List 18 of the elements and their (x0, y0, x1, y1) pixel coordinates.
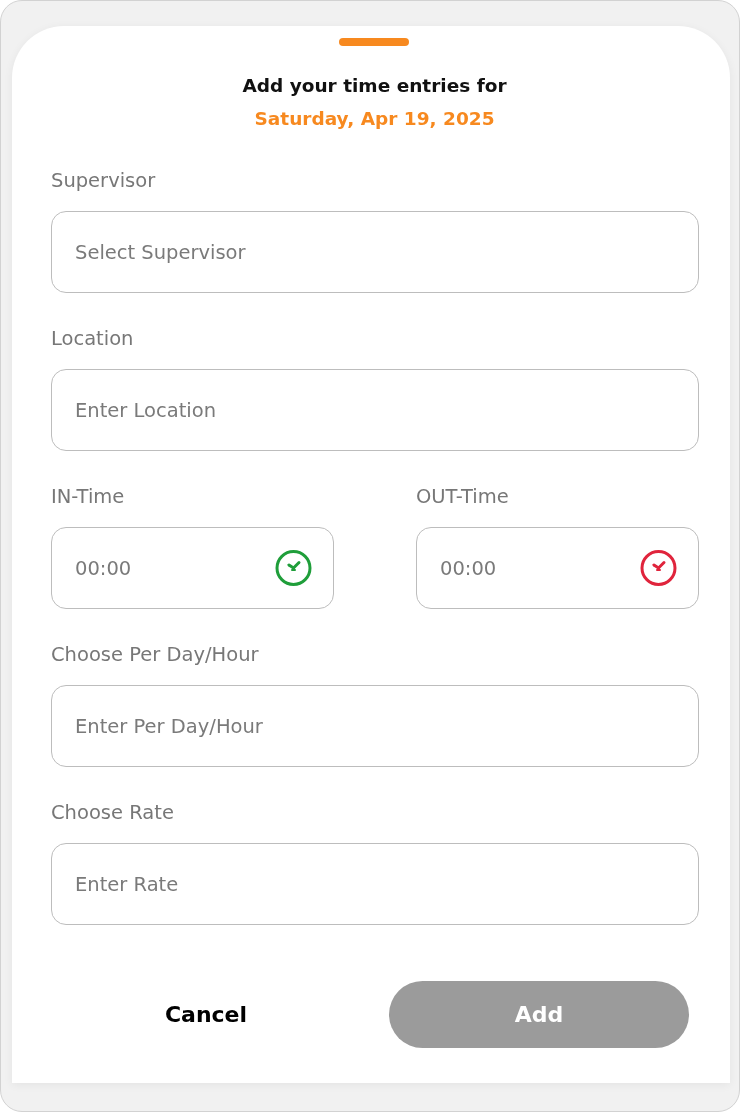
drag-handle[interactable] (338, 38, 409, 46)
field-label: OUT-Time (416, 484, 509, 510)
field-label: Choose Rate (51, 800, 174, 826)
input-field[interactable]: Enter Rate (51, 843, 699, 925)
field-label: Supervisor (51, 168, 156, 194)
field-label: IN-Time (51, 484, 125, 510)
time-field[interactable]: 00:00 (51, 527, 334, 609)
cancel-button[interactable]: Cancel (162, 999, 250, 1030)
sheet-title: Add your time entries for (242, 74, 507, 98)
field-label: Choose Per Day/Hour (51, 642, 259, 668)
input-field[interactable]: Enter Per Day/Hour (51, 685, 699, 767)
input-field[interactable]: Enter Location (51, 369, 699, 451)
input-field[interactable]: Select Supervisor (51, 211, 699, 293)
field-label: Location (51, 326, 134, 352)
selected-date: Saturday, Apr 19, 2025 (254, 107, 495, 131)
time-field[interactable]: 00:00 (416, 527, 699, 609)
clock-icon[interactable] (640, 549, 677, 587)
clock-icon[interactable] (275, 549, 312, 587)
